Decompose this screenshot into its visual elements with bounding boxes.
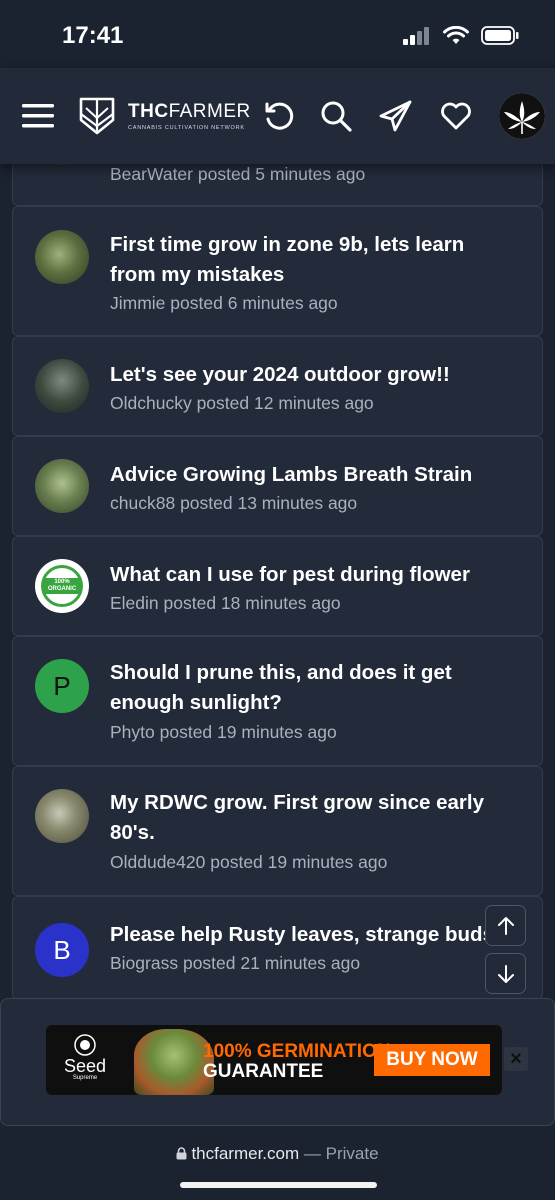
browser-address-bar[interactable]: thcfarmer.com — Private — [0, 1126, 555, 1200]
seed-supreme-logo: Seed Supreme — [56, 1033, 114, 1089]
thread-title[interactable]: My RDWC grow. First grow since early 80'… — [110, 788, 512, 848]
arrow-down-icon — [497, 964, 514, 983]
thread-row[interactable]: B Please help Rusty leaves, strange buds… — [12, 896, 543, 1000]
scroll-top-button[interactable] — [485, 905, 526, 946]
ad-close-button[interactable]: × — [504, 1047, 528, 1071]
thread-meta: BearWater posted 5 minutes ago — [110, 164, 366, 184]
thread-feed: BearWater posted 5 minutes ago First tim… — [12, 120, 543, 1000]
user-avatar[interactable] — [499, 93, 545, 139]
thread-row[interactable]: P Should I prune this, and does it get e… — [12, 636, 543, 766]
thread-avatar: P — [35, 659, 89, 713]
heart-icon — [441, 102, 471, 130]
thread-meta: Oldchucky posted 12 minutes ago — [110, 393, 374, 413]
wifi-icon — [443, 26, 469, 44]
organic-badge-icon: 100% ORGANIC — [41, 565, 83, 607]
status-bar: 17:41 — [0, 0, 555, 68]
thread-title[interactable]: Should I prune this, and does it get eno… — [110, 658, 512, 718]
thread-title[interactable]: Let's see your 2024 outdoor grow!! — [110, 360, 512, 390]
logo-shield-icon — [79, 97, 115, 135]
scroll-bottom-button[interactable] — [485, 953, 526, 994]
thread-avatar — [35, 359, 89, 413]
thread-row[interactable]: My RDWC grow. First grow since early 80'… — [12, 766, 543, 896]
thread-avatar: 100% ORGANIC — [35, 559, 89, 613]
thread-row[interactable]: First time grow in zone 9b, lets learn f… — [12, 206, 543, 336]
search-icon — [321, 101, 352, 132]
thread-avatar: B — [35, 923, 89, 977]
thread-meta: chuck88 posted 13 minutes ago — [110, 493, 358, 513]
site-logo[interactable]: THCFARMER CANNABIS CULTIVATION NETWORK — [78, 96, 251, 136]
messages-button[interactable] — [376, 96, 416, 136]
ad-headline: 100% GERMINATION GUARANTEE — [203, 1041, 391, 1082]
thread-title[interactable]: What can I use for pest during flower — [110, 560, 512, 590]
logo-wordmark: THCFARMER — [128, 101, 251, 122]
thread-meta: Jimmie posted 6 minutes ago — [110, 293, 338, 313]
logo-tagline: CANNABIS CULTIVATION NETWORK — [128, 125, 245, 131]
signal-icon — [403, 26, 429, 45]
thread-row[interactable]: Advice Growing Lambs Breath Strain chuck… — [12, 436, 543, 536]
battery-icon — [481, 26, 519, 45]
arrow-up-icon — [497, 916, 514, 935]
ad-cta-button[interactable]: BUY NOW — [374, 1044, 490, 1076]
url-display[interactable]: thcfarmer.com — Private — [0, 1144, 555, 1164]
seed-emblem-icon — [74, 1034, 96, 1056]
ad-banner[interactable]: Seed Supreme 100% GERMINATION GUARANTEE … — [46, 1025, 502, 1095]
menu-button[interactable] — [18, 96, 58, 136]
thread-meta: Phyto posted 19 minutes ago — [110, 722, 337, 742]
thread-row[interactable]: 100% ORGANIC What can I use for pest dur… — [12, 536, 543, 636]
refresh-button[interactable] — [259, 96, 299, 136]
favorites-button[interactable] — [436, 96, 476, 136]
ad-container: Seed Supreme 100% GERMINATION GUARANTEE … — [0, 998, 555, 1126]
thread-meta: Olddude420 posted 19 minutes ago — [110, 852, 388, 872]
thread-meta: Eledin posted 18 minutes ago — [110, 593, 341, 613]
status-icons — [403, 26, 519, 45]
thread-avatar — [35, 230, 89, 284]
thread-title[interactable]: First time grow in zone 9b, lets learn f… — [110, 230, 512, 290]
cannabis-leaf-icon — [499, 93, 545, 139]
menu-icon — [22, 104, 54, 128]
refresh-icon — [265, 102, 294, 130]
ad-product-image — [134, 1029, 214, 1095]
site-header: THCFARMER CANNABIS CULTIVATION NETWORK — [0, 68, 555, 164]
thread-row[interactable]: Let's see your 2024 outdoor grow!! Oldch… — [12, 336, 543, 436]
lock-icon — [176, 1147, 187, 1160]
thread-title[interactable]: Please help Rusty leaves, strange buds — [110, 920, 522, 950]
thread-avatar — [35, 459, 89, 513]
home-indicator[interactable] — [180, 1182, 377, 1188]
thread-title[interactable]: Advice Growing Lambs Breath Strain — [110, 460, 512, 490]
status-time: 17:41 — [62, 22, 124, 49]
thread-avatar — [35, 789, 89, 843]
thread-meta: Biograss posted 21 minutes ago — [110, 953, 361, 973]
send-icon — [379, 100, 412, 132]
search-button[interactable] — [316, 96, 356, 136]
